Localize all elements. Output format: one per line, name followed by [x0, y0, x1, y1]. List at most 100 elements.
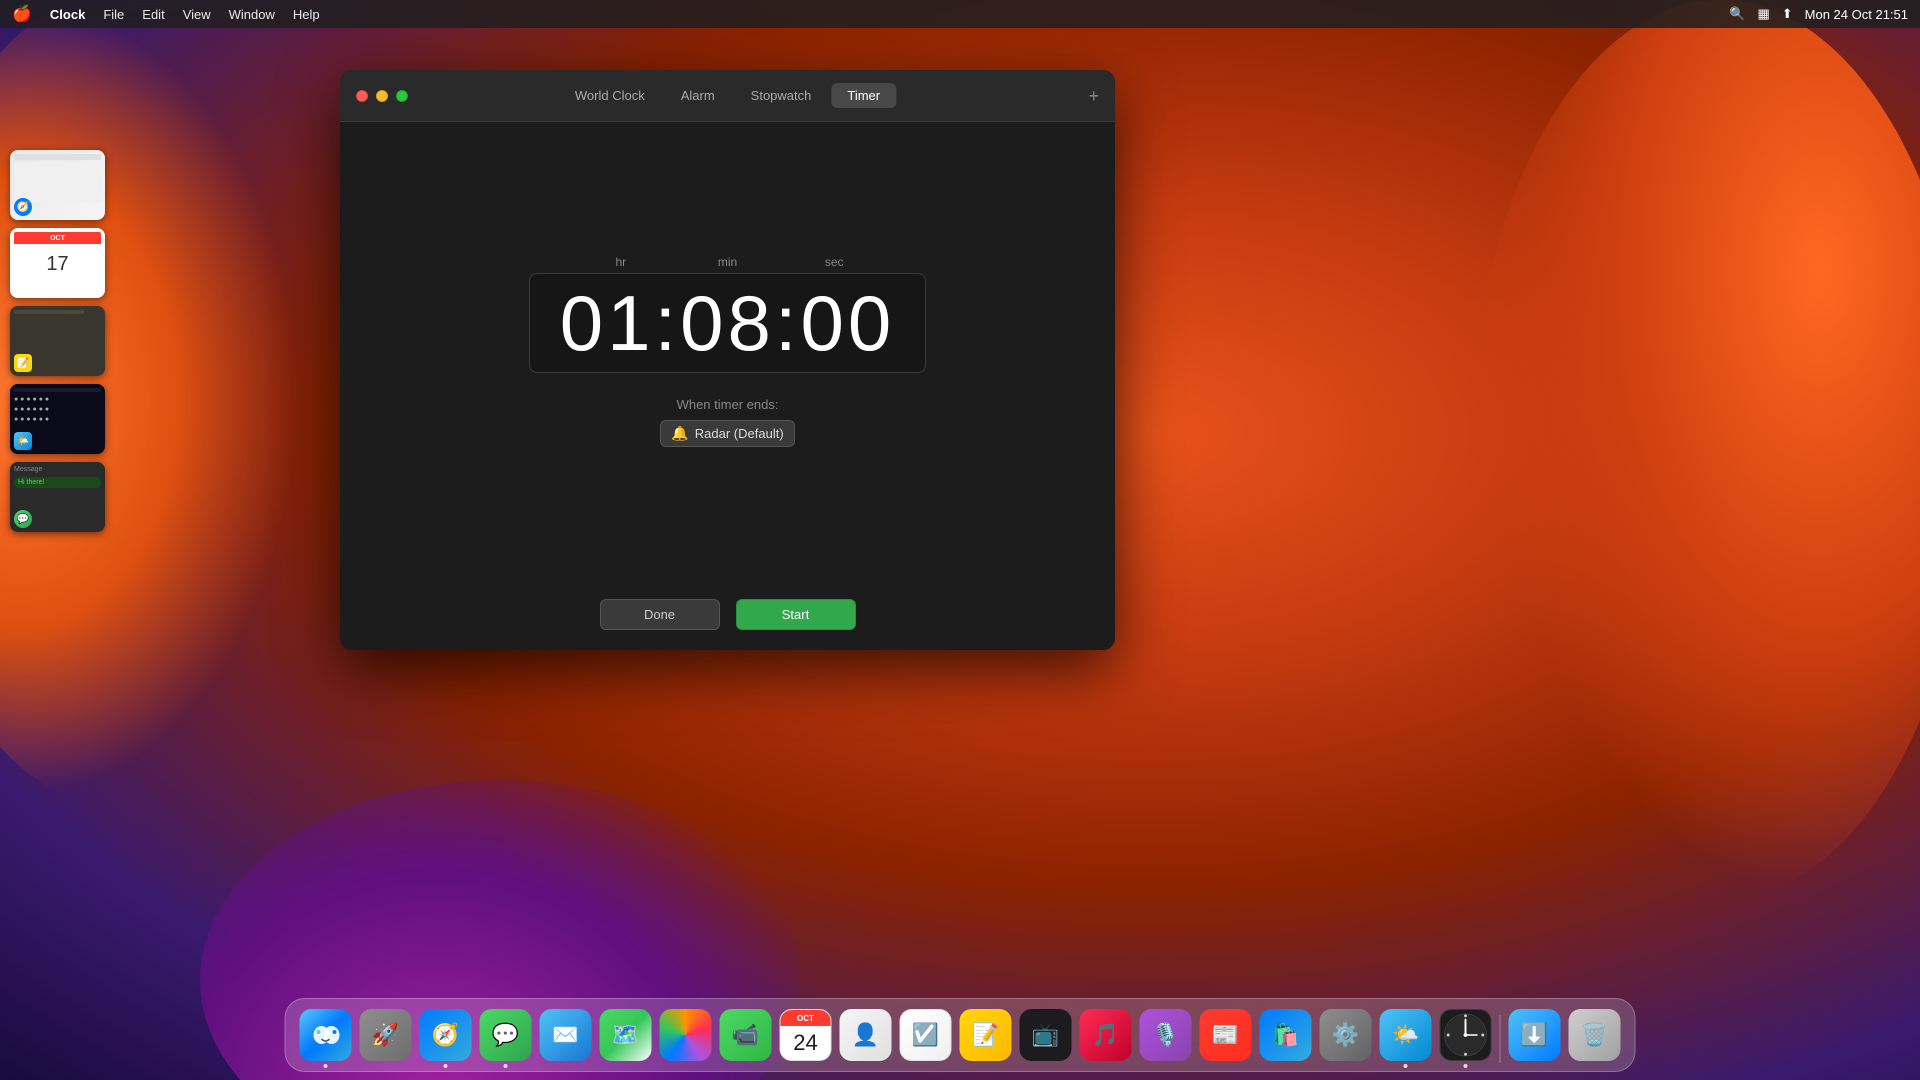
done-button[interactable]: Done	[600, 599, 720, 630]
music-icon: 🎵	[1080, 1009, 1132, 1061]
menubar-left: 🍎 Clock File Edit View Window Help	[12, 4, 320, 24]
dock-item-facetime[interactable]: 📹	[718, 1007, 774, 1063]
news-icon: 📰	[1200, 1009, 1252, 1061]
menubar-app-name[interactable]: Clock	[50, 7, 85, 22]
mail-icon: ✉️	[540, 1009, 592, 1061]
close-button[interactable]	[356, 90, 368, 102]
dock-item-messages[interactable]: 💬	[478, 1007, 534, 1063]
menubar-help[interactable]: Help	[293, 7, 320, 22]
search-icon[interactable]: 🔍	[1729, 6, 1745, 22]
thumb-messages[interactable]: Message Hi there! 💬	[10, 462, 105, 532]
facetime-icon: 📹	[720, 1009, 772, 1061]
thumb-notes[interactable]: 📝	[10, 306, 105, 376]
timer-section: hr min sec 01:08:00 When timer ends: 🔔 R…	[340, 122, 1115, 579]
traffic-lights	[356, 90, 408, 102]
dock-item-music[interactable]: 🎵	[1078, 1007, 1134, 1063]
clock-window: World Clock Alarm Stopwatch Timer + hr m…	[340, 70, 1115, 650]
when-timer-ends-label: When timer ends:	[660, 397, 794, 412]
timer-labels: hr min sec	[563, 255, 893, 269]
dock-item-mail[interactable]: ✉️	[538, 1007, 594, 1063]
reminders-icon: ☑️	[900, 1009, 952, 1061]
dock-item-maps[interactable]: 🗺️	[598, 1007, 654, 1063]
dock-item-safari[interactable]: 🧭	[418, 1007, 474, 1063]
notes-icon: 📝	[960, 1009, 1012, 1061]
menubar-view[interactable]: View	[183, 7, 211, 22]
menubar-window[interactable]: Window	[229, 7, 275, 22]
clock-running-dot	[1464, 1064, 1468, 1068]
dock-item-launchpad[interactable]: 🚀	[358, 1007, 414, 1063]
dock-item-news[interactable]: 📰	[1198, 1007, 1254, 1063]
menubar: 🍎 Clock File Edit View Window Help 🔍 ▦ ⬆…	[0, 0, 1920, 28]
finder-icon	[300, 1009, 352, 1061]
maximize-button[interactable]	[396, 90, 408, 102]
launchpad-icon: 🚀	[360, 1009, 412, 1061]
podcasts-icon: 🎙️	[1140, 1009, 1192, 1061]
datetime-display: Mon 24 Oct 21:51	[1805, 7, 1908, 22]
weather-running-dot	[1404, 1064, 1408, 1068]
dock-item-photos[interactable]	[658, 1007, 714, 1063]
messages-running-dot	[504, 1064, 508, 1068]
dock-item-weather[interactable]: 🌤️	[1378, 1007, 1434, 1063]
timer-display: 01:08:00	[560, 284, 896, 362]
menubar-file[interactable]: File	[103, 7, 124, 22]
add-button[interactable]: +	[1088, 87, 1099, 105]
finder-running-dot	[324, 1064, 328, 1068]
window-footer: Done Start	[340, 579, 1115, 650]
dock-item-clock[interactable]	[1438, 1007, 1494, 1063]
tab-world-clock[interactable]: World Clock	[559, 83, 661, 108]
safari-running-dot	[444, 1064, 448, 1068]
menubar-edit[interactable]: Edit	[142, 7, 164, 22]
dock-item-systemprefs[interactable]: ⚙️	[1318, 1007, 1374, 1063]
maps-icon: 🗺️	[600, 1009, 652, 1061]
control-center-icon[interactable]: ▦	[1757, 6, 1769, 22]
start-button[interactable]: Start	[736, 599, 856, 630]
sound-emoji: 🔔	[671, 425, 688, 442]
hr-label: hr	[568, 255, 675, 269]
bg-swirl-right	[1470, 0, 1920, 900]
dock: 🚀 🧭 💬 ✉️ 🗺️ 📹 OCT 24 👤 ☑️	[285, 998, 1636, 1072]
tab-stopwatch[interactable]: Stopwatch	[735, 83, 828, 108]
tab-timer[interactable]: Timer	[831, 83, 896, 108]
sound-label: Radar (Default)	[695, 426, 784, 441]
calendar-icon: OCT 24	[780, 1009, 832, 1061]
safari-icon: 🧭	[420, 1009, 472, 1061]
menubar-right: 🔍 ▦ ⬆ Mon 24 Oct 21:51	[1729, 6, 1908, 22]
timer-display-wrapper[interactable]: 01:08:00	[529, 273, 927, 373]
airdrop-icon: ⬇️	[1509, 1009, 1561, 1061]
systemprefs-icon: ⚙️	[1320, 1009, 1372, 1061]
clock-dock-icon	[1440, 1009, 1492, 1061]
dock-item-notes[interactable]: 📝	[958, 1007, 1014, 1063]
dock-item-calendar[interactable]: OCT 24	[778, 1007, 834, 1063]
sec-label: sec	[781, 255, 888, 269]
window-titlebar: World Clock Alarm Stopwatch Timer +	[340, 70, 1115, 122]
dock-item-appstore[interactable]: 🛍️	[1258, 1007, 1314, 1063]
photos-icon	[660, 1009, 712, 1061]
apple-menu[interactable]: 🍎	[12, 4, 32, 24]
wifi-icon[interactable]: ⬆	[1782, 6, 1793, 22]
window-content: hr min sec 01:08:00 When timer ends: 🔔 R…	[340, 122, 1115, 650]
appletv-icon: 📺	[1020, 1009, 1072, 1061]
dock-item-appletv[interactable]: 📺	[1018, 1007, 1074, 1063]
trash-icon: 🗑️	[1569, 1009, 1621, 1061]
thumb-safari[interactable]: 🧭	[10, 150, 105, 220]
dock-item-contacts[interactable]: 👤	[838, 1007, 894, 1063]
dock-item-podcasts[interactable]: 🎙️	[1138, 1007, 1194, 1063]
messages-icon: 💬	[480, 1009, 532, 1061]
dock-item-finder[interactable]	[298, 1007, 354, 1063]
dock-item-airdrop[interactable]: ⬇️	[1507, 1007, 1563, 1063]
dock-item-reminders[interactable]: ☑️	[898, 1007, 954, 1063]
dock-item-trash[interactable]: 🗑️	[1567, 1007, 1623, 1063]
tab-alarm[interactable]: Alarm	[665, 83, 731, 108]
thumb-calendar[interactable]: OCT 17	[10, 228, 105, 298]
weather-icon: 🌤️	[1380, 1009, 1432, 1061]
min-label: min	[674, 255, 781, 269]
minimize-button[interactable]	[376, 90, 388, 102]
window-tabs: World Clock Alarm Stopwatch Timer	[559, 83, 896, 108]
dock-divider	[1500, 1015, 1501, 1063]
when-timer-ends-section: When timer ends: 🔔 Radar (Default)	[660, 397, 794, 447]
contacts-icon: 👤	[840, 1009, 892, 1061]
appstore-icon: 🛍️	[1260, 1009, 1312, 1061]
sound-selector[interactable]: 🔔 Radar (Default)	[660, 420, 794, 447]
thumb-dark-app[interactable]: ● ● ● ● ● ● ● ● ● ● ● ● ● ● ● ● ● ● 🌤️	[10, 384, 105, 454]
dock-thumbnails: 🧭 OCT 17 📝 ● ● ● ● ● ● ● ● ● ● ● ● ● ● ●…	[10, 150, 105, 532]
